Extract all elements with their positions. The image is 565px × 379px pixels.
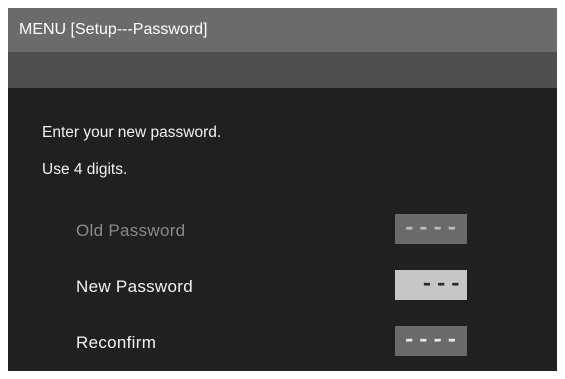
reconfirm-label: Reconfirm xyxy=(76,333,157,352)
new-password-row[interactable]: New Password --- xyxy=(8,270,557,302)
new-password-field[interactable]: --- xyxy=(395,270,467,300)
password-setup-screen: MENU [Setup---Password] Enter your new p… xyxy=(8,8,557,371)
old-password-label: Old Password xyxy=(76,221,186,240)
menu-sub-bar xyxy=(8,52,557,88)
instruction-line-2: Use 4 digits. xyxy=(42,161,128,178)
old-password-row: Old Password ---- xyxy=(8,214,557,246)
reconfirm-field[interactable]: ---- xyxy=(395,326,467,356)
reconfirm-row[interactable]: Reconfirm ---- xyxy=(8,326,557,358)
menu-title: MENU [Setup---Password] xyxy=(19,21,208,38)
menu-title-bar: MENU [Setup---Password] xyxy=(8,8,557,52)
instruction-line-1: Enter your new password. xyxy=(42,124,222,141)
new-password-label: New Password xyxy=(76,277,193,296)
old-password-field: ---- xyxy=(395,214,467,244)
